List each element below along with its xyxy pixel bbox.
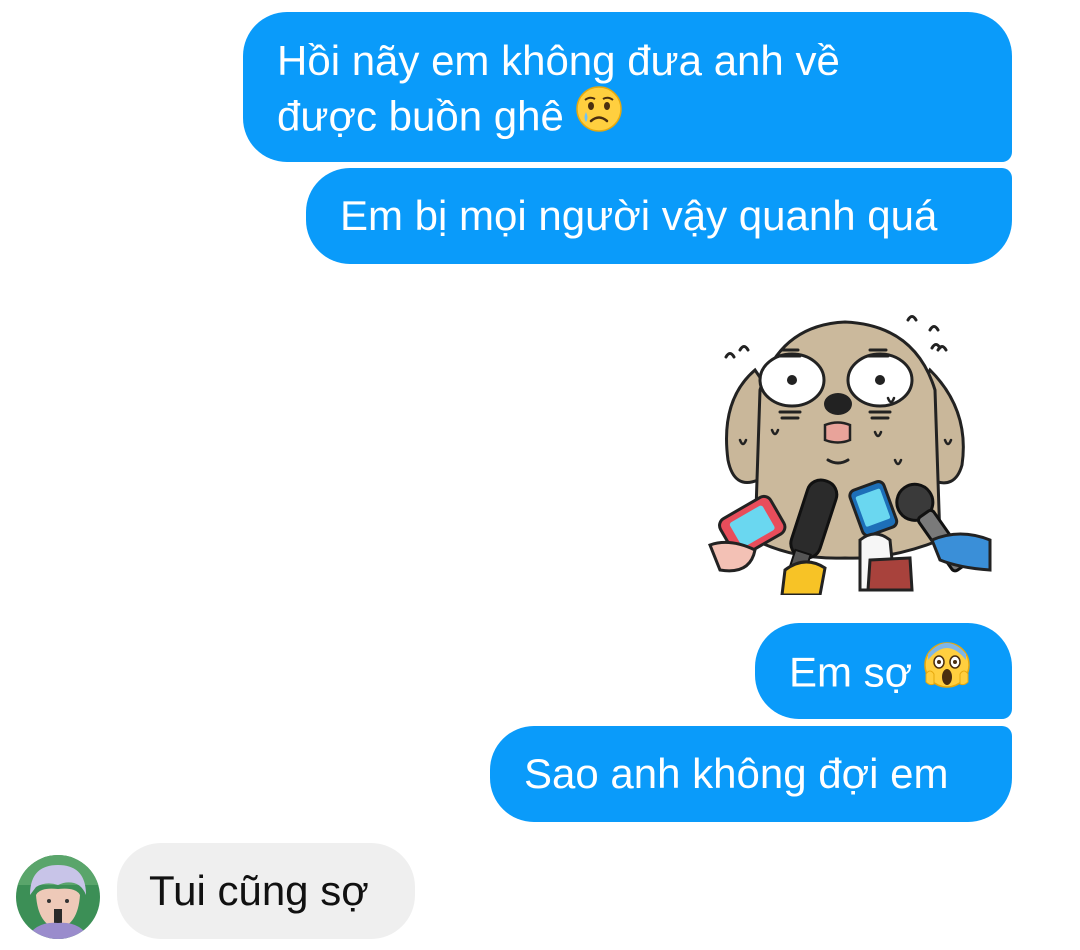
message-text: Em bị mọi người vậy quanh quá [340,192,938,239]
incoming-message-bubble[interactable]: Tui cũng sợ [117,843,415,939]
conversation-view: Hồi nãy em không đưa anh về được buồn gh… [0,0,1080,950]
outgoing-message-bubble[interactable]: Sao anh không đợi em [490,726,1012,822]
message-text-line: Hồi nãy em không đưa anh về [277,37,840,84]
crying-face-emoji-icon [574,84,624,147]
message-text: Em sợ [789,648,913,696]
message-text: Sao anh không đợi em [524,750,949,797]
message-text-line: được buồn ghê [277,86,978,151]
outgoing-message-bubble[interactable]: Em bị mọi người vậy quanh quá [306,168,1012,264]
message-text: Tui cũng sợ [149,867,369,914]
nervous-dog-sticker[interactable] [700,300,995,597]
user-avatar[interactable] [16,855,100,939]
message-text: được buồn ghê [277,92,564,140]
outgoing-message-bubble[interactable]: Em sợ [755,623,1012,719]
screaming-face-emoji-icon [922,640,972,703]
outgoing-message-bubble[interactable]: Hồi nãy em không đưa anh về được buồn gh… [243,12,1012,162]
